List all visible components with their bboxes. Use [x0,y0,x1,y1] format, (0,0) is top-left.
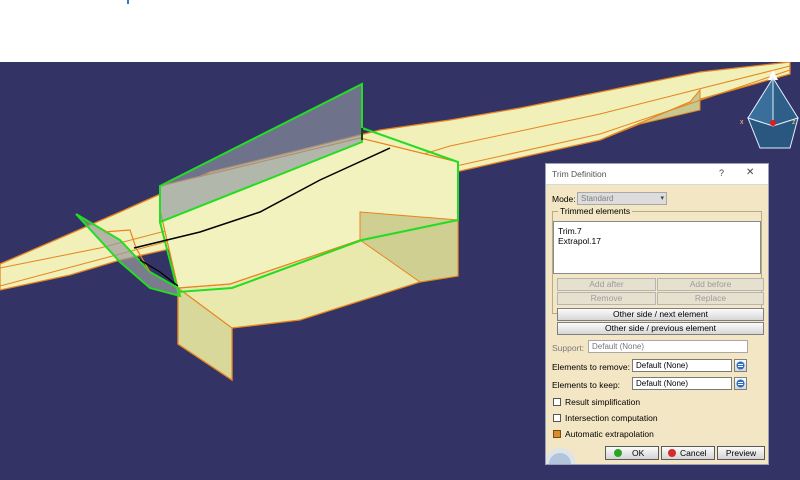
ok-icon [614,449,622,457]
mode-value: Standard [581,194,614,203]
dialog-titlebar[interactable]: Trim Definition ? ✕ [546,164,768,185]
compass-z-label: z [792,119,796,126]
intersection-computation-label: Intersection computation [565,413,658,423]
list-icon [736,361,745,370]
compass-widget[interactable]: x z [740,68,800,164]
elements-to-keep-label: Elements to keep: [552,380,621,390]
decorative-sphere [546,448,576,464]
top-toolbar-area [0,0,800,62]
ok-button[interactable]: OK [605,446,659,460]
remove-button[interactable]: Remove [557,292,656,305]
result-simplification-checkbox[interactable] [553,398,561,406]
elements-to-remove-list-button[interactable] [734,359,747,372]
other-side-next-button[interactable]: Other side / next element [557,308,764,321]
ok-label: OK [632,448,645,458]
dialog-title: Trim Definition [552,169,607,179]
add-after-button[interactable]: Add after [557,278,656,291]
other-side-previous-button[interactable]: Other side / previous element [557,322,764,335]
compass-origin [770,120,776,126]
list-item[interactable]: Trim.7 [558,226,582,236]
elements-to-remove-label: Elements to remove: [552,362,630,372]
intersection-computation-checkbox[interactable] [553,414,561,422]
cancel-icon [668,449,676,457]
help-icon[interactable]: ? [719,168,724,178]
support-field[interactable]: Default (None) [588,340,748,353]
elements-to-keep-list-button[interactable] [734,377,747,390]
preview-button[interactable]: Preview [717,446,765,460]
chevron-down-icon: ▾ [660,195,664,202]
trimmed-elements-list[interactable]: Trim.7 Extrapol.17 [553,221,761,274]
replace-button[interactable]: Replace [657,292,764,305]
trim-definition-dialog: Trim Definition ? ✕ Mode: Standard ▾ Tri… [545,163,769,465]
list-item[interactable]: Extrapol.17 [558,236,601,246]
close-icon[interactable]: ✕ [746,167,754,178]
elements-to-keep-field[interactable]: Default (None) [632,377,732,390]
cancel-button[interactable]: Cancel [661,446,715,460]
add-before-button[interactable]: Add before [657,278,764,291]
result-simplification-label: Result simplification [565,397,641,407]
elements-to-remove-field[interactable]: Default (None) [632,359,732,372]
automatic-extrapolation-checkbox[interactable] [553,430,561,438]
support-label: Support: [552,343,585,353]
compass-x-label: x [740,119,744,126]
list-icon [736,379,745,388]
mode-select[interactable]: Standard ▾ [577,192,667,205]
mode-label: Mode: [552,194,576,204]
trimmed-elements-label: Trimmed elements [558,206,633,216]
cancel-label: Cancel [680,448,707,458]
toolbar-mark [127,0,129,4]
automatic-extrapolation-label: Automatic extrapolation [565,429,654,439]
